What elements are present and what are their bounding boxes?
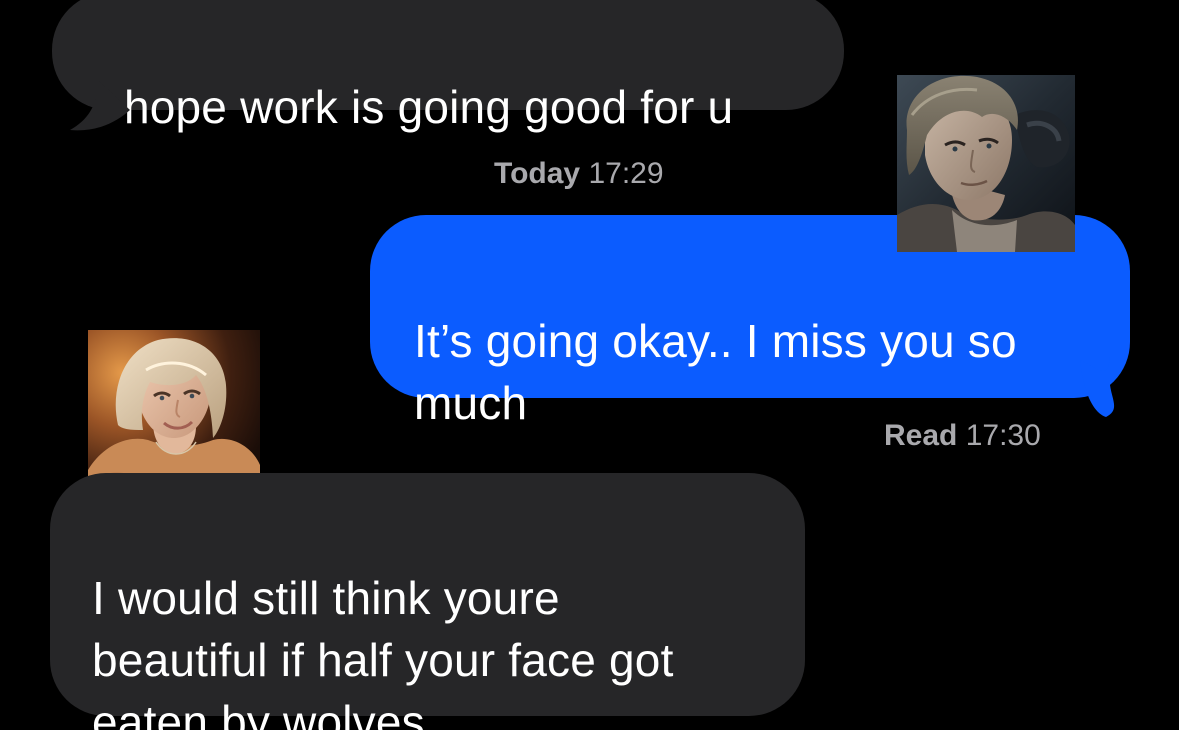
- timestamp-day: Today: [494, 157, 581, 190]
- read-receipt: Read 17:30: [884, 418, 1041, 454]
- read-status: Read: [884, 419, 958, 452]
- read-time: 17:30: [965, 419, 1041, 452]
- bubble-tail-icon: [1080, 357, 1115, 417]
- message-text: I hope work is going good for u: [98, 81, 734, 133]
- timestamp-time: 17:29: [588, 157, 664, 190]
- incoming-message-bubble[interactable]: I hope work is going good for u: [52, 0, 844, 133]
- incoming-message-bubble[interactable]: I would still think youre beautiful if h…: [50, 473, 805, 730]
- bubble-tail-icon: [70, 80, 130, 131]
- avatar-sticker-man-icon[interactable]: [897, 75, 1075, 252]
- timestamp-today: Today 17:29: [494, 156, 664, 192]
- message-text: I would still think youre beautiful if h…: [92, 572, 674, 730]
- message-text: It’s going okay.. I miss you so much: [414, 315, 1017, 429]
